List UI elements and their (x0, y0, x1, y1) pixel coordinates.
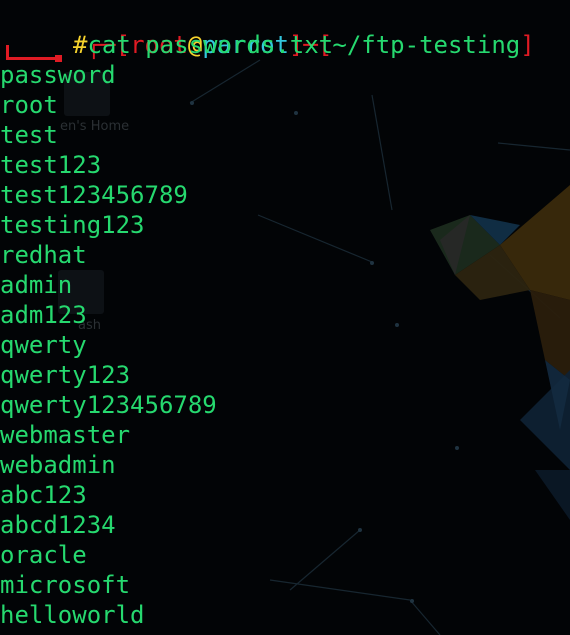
output-line: webmaster (0, 421, 131, 449)
output-line: helloworld (0, 601, 145, 629)
command-output: password root test test123 test123456789… (0, 60, 570, 630)
output-line: qwerty (0, 331, 87, 359)
prompt-corner-glyph (6, 45, 62, 62)
output-line: password (0, 61, 116, 89)
terminal-content: ┌─[root@parrot]─[~/ftp-testing] #cat pas… (0, 0, 570, 630)
command-entry: #cat passwords.txt (73, 30, 333, 60)
output-line: adm123 (0, 301, 87, 329)
prompt-hash: # (73, 31, 88, 59)
output-line: test123456789 (0, 181, 188, 209)
output-line: webadmin (0, 451, 116, 479)
output-line: testing123 (0, 211, 145, 239)
output-line: admin (0, 271, 73, 299)
output-line: abc123 (0, 481, 87, 509)
output-line: redhat (0, 241, 87, 269)
command-line: #cat passwords.txt (0, 30, 570, 62)
output-line: abcd1234 (0, 511, 116, 539)
output-line: qwerty123456789 (0, 391, 217, 419)
prompt-line: ┌─[root@parrot]─[~/ftp-testing] (0, 0, 570, 59)
output-line: oracle (0, 541, 87, 569)
output-line: test123 (0, 151, 102, 179)
terminal-window[interactable]: en's Home ash ┌─[root@parrot]─[~/ftp-tes… (0, 0, 570, 635)
output-line: test (0, 121, 58, 149)
command-text: cat passwords.txt (87, 31, 334, 59)
output-line: microsoft (0, 571, 131, 599)
output-line: root (0, 91, 58, 119)
output-line: qwerty123 (0, 361, 131, 389)
